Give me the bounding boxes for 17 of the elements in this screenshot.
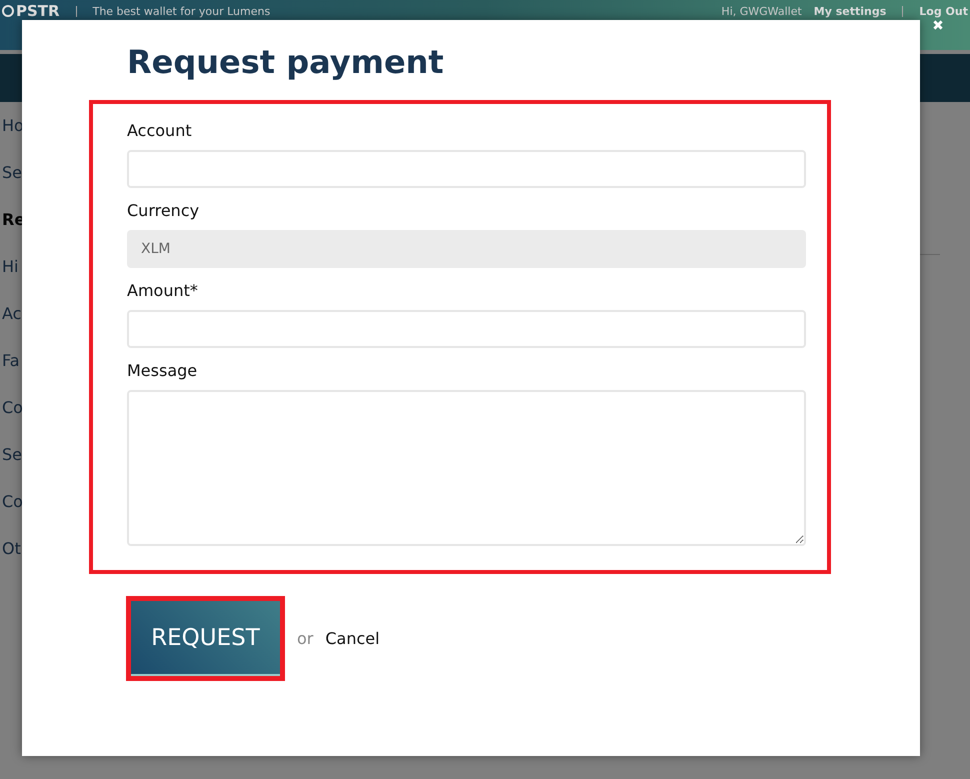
request-button[interactable]: REQUEST [131,601,280,676]
input-field[interactable] [127,310,806,348]
close-icon[interactable] [932,19,944,31]
field-label: Amount* [127,282,199,300]
greeting-text: Hi, GWGWallet [721,4,802,18]
separator-text: or [297,629,314,648]
logo[interactable]: PSTR [2,2,60,20]
input-field[interactable] [127,150,806,188]
field-label: Account [127,122,193,140]
logo-icon [2,5,14,17]
field-label: Currency [127,202,200,220]
field-label: Message [127,362,198,380]
message-field[interactable] [127,390,806,546]
cancel-link[interactable]: Cancel [325,629,380,648]
dialog-title: Request payment [127,42,444,82]
header-link[interactable]: My settings [814,4,886,18]
tagline: The best wallet for your Lumens [92,4,270,18]
